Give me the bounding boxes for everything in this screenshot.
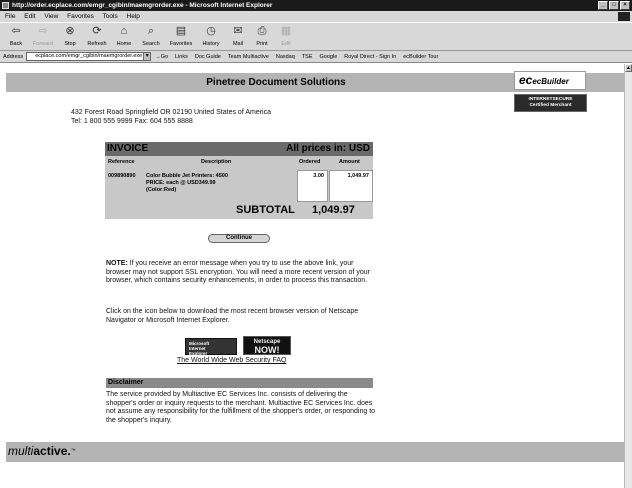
edit-button[interactable]: ▦ Edit bbox=[274, 23, 298, 51]
close-button[interactable]: × bbox=[620, 1, 630, 10]
page-title: Pinetree Document Solutions bbox=[206, 77, 346, 88]
maximize-button[interactable]: □ bbox=[609, 1, 619, 10]
col-description: Description bbox=[201, 159, 232, 165]
forward-arrow-icon: ⇨ bbox=[38, 25, 48, 37]
row-amount: 1,049.97 bbox=[347, 173, 369, 179]
menu-edit[interactable]: Edit bbox=[24, 13, 35, 20]
subtotal-label: SUBTOTAL bbox=[236, 204, 295, 216]
window-title: http://order.ecplace.com/emgr_cgibin/mae… bbox=[12, 2, 273, 9]
col-ordered: Ordered bbox=[299, 159, 321, 165]
disclaimer-text: The service provided by Multiactive EC S… bbox=[106, 391, 376, 424]
mail-button[interactable]: ✉ Mail bbox=[226, 23, 250, 51]
favorites-button[interactable]: ▤ Favorites bbox=[166, 23, 196, 51]
mail-icon: ✉ bbox=[233, 25, 243, 37]
scroll-up-icon[interactable]: ▲ bbox=[625, 64, 632, 72]
link-tse[interactable]: TSE bbox=[302, 51, 313, 63]
col-reference: Reference bbox=[108, 159, 135, 165]
invoice-heading: INVOICE bbox=[107, 143, 149, 154]
menu-view[interactable]: View bbox=[44, 13, 58, 20]
links-label: Links bbox=[175, 53, 188, 60]
search-icon: ⌕ bbox=[147, 25, 155, 37]
home-button[interactable]: ⌂ Home bbox=[112, 23, 136, 51]
ie-download-badge[interactable]: Microsoft Internet Explorer bbox=[185, 338, 237, 356]
stop-icon: ⊗ bbox=[65, 25, 75, 37]
address-bar: Address ecplace.com/emgr_cgibin/maemgror… bbox=[0, 51, 632, 63]
menu-favorites[interactable]: Favorites bbox=[67, 13, 94, 20]
link-team-multiactive[interactable]: Team Multiactive bbox=[228, 51, 269, 63]
subtotal-value: 1,049.97 bbox=[312, 204, 355, 216]
forward-button[interactable]: ⇨ Forward bbox=[28, 23, 58, 51]
invoice-table: INVOICE All prices in: USD Reference Des… bbox=[105, 142, 373, 219]
disclaimer-heading: Disclaimer bbox=[106, 378, 373, 388]
edit-icon: ▦ bbox=[280, 25, 292, 37]
go-button[interactable]: →Go bbox=[155, 51, 168, 63]
home-icon: ⌂ bbox=[120, 25, 128, 37]
address-line: 432 Forest Road Springfield OR 02190 Uni… bbox=[71, 109, 271, 116]
row-ordered: 3.00 bbox=[313, 173, 324, 179]
ecbuilder-logo[interactable]: ececBuilder bbox=[514, 71, 586, 90]
merchant-address: 432 Forest Road Springfield OR 02190 Uni… bbox=[71, 108, 271, 126]
link-nasdaq[interactable]: Nasdaq bbox=[276, 51, 295, 63]
page-footer bbox=[6, 442, 624, 462]
amount-cell: 1,049.97 bbox=[329, 170, 373, 202]
refresh-icon: ⟳ bbox=[92, 25, 102, 37]
phone-line: Tel: 1 800 555 9999 Fax: 604 555 8888 bbox=[71, 118, 193, 125]
back-arrow-icon: ⇦ bbox=[11, 25, 21, 37]
multiactive-logo[interactable]: multiactive.™ bbox=[8, 443, 76, 459]
address-url: ecplace.com/emgr_cgibin/maemgrorder.exe bbox=[35, 53, 143, 59]
vertical-scrollbar[interactable]: ▲ bbox=[624, 64, 632, 488]
continue-button[interactable]: Continue bbox=[208, 234, 270, 243]
menu-file[interactable]: File bbox=[5, 13, 15, 20]
row-description: Color Bubble Jet Printers: 4500 PRICE: e… bbox=[146, 173, 228, 193]
menu-bar: File Edit View Favorites Tools Help bbox=[0, 11, 632, 22]
window-titlebar: http://order.ecplace.com/emgr_cgibin/mae… bbox=[0, 0, 632, 11]
security-faq-link[interactable]: The World Wide Web Security FAQ bbox=[177, 357, 286, 364]
print-icon: ⎙ bbox=[257, 25, 267, 37]
history-icon: ◷ bbox=[206, 25, 216, 37]
favorites-icon: ▤ bbox=[175, 25, 187, 37]
print-button[interactable]: ⎙ Print bbox=[250, 23, 274, 51]
subtotal-row: SUBTOTAL 1,049.97 bbox=[105, 202, 373, 219]
ordered-cell: 3.00 bbox=[297, 170, 328, 202]
minimize-button[interactable]: _ bbox=[598, 1, 608, 10]
toolbar: ⇦ Back ⇨ Forward ⊗ Stop ⟳ Refresh ⌂ Home ⌕ Sea… bbox=[0, 22, 632, 51]
menu-help[interactable]: Help bbox=[127, 13, 140, 20]
address-label: Address bbox=[3, 53, 24, 60]
invoice-header: INVOICE All prices in: USD bbox=[105, 142, 373, 156]
ssl-note: NOTE: If you receive an error message wh… bbox=[106, 260, 370, 284]
netscape-download-badge[interactable]: Netscape NOW! bbox=[243, 336, 291, 355]
windows-logo-icon bbox=[618, 12, 630, 21]
chevron-down-icon[interactable]: ▼ bbox=[143, 53, 151, 60]
back-button[interactable]: ⇦ Back bbox=[4, 23, 28, 51]
search-button[interactable]: ⌕ Search bbox=[136, 23, 166, 51]
download-text: Click on the icon below to download the … bbox=[106, 308, 359, 324]
link-ecbuilder-tour[interactable]: ecBuilder Tour bbox=[403, 51, 438, 63]
history-button[interactable]: ◷ History bbox=[196, 23, 226, 51]
currency-note: All prices in: USD bbox=[286, 143, 370, 154]
internetsecure-badge[interactable]: INTERNETSECURE Certified Merchant bbox=[514, 94, 587, 112]
address-input[interactable]: ecplace.com/emgr_cgibin/maemgrorder.exe ▼ bbox=[26, 52, 152, 61]
stop-button[interactable]: ⊗ Stop bbox=[58, 23, 82, 51]
ie-icon bbox=[2, 2, 9, 9]
link-royal-direct[interactable]: Royal Direct - Sign In bbox=[344, 51, 396, 63]
link-doc-guide[interactable]: Doc Guide bbox=[195, 51, 221, 63]
col-amount: Amount bbox=[339, 159, 360, 165]
row-reference: 009890890 bbox=[108, 173, 136, 179]
menu-tools[interactable]: Tools bbox=[103, 13, 118, 20]
link-google[interactable]: Google bbox=[320, 51, 338, 63]
refresh-button[interactable]: ⟳ Refresh bbox=[82, 23, 112, 51]
